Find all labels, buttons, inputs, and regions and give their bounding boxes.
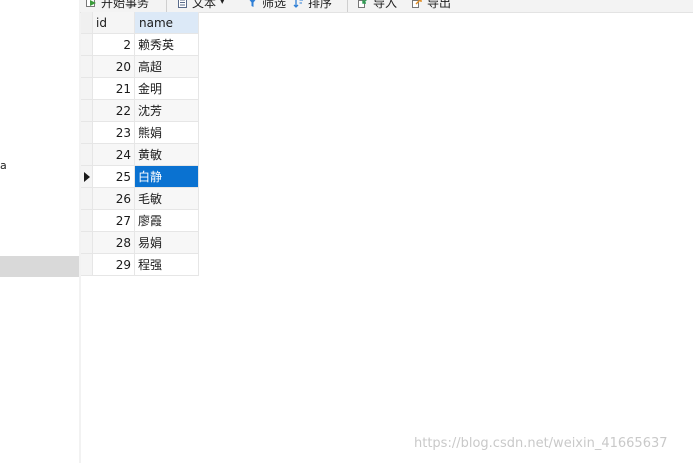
- row-indicator[interactable]: [81, 34, 93, 56]
- cell-name[interactable]: 黄敏: [135, 144, 199, 166]
- row-indicator[interactable]: [81, 232, 93, 254]
- column-header-name[interactable]: name: [135, 12, 199, 34]
- row-indicator[interactable]: [81, 210, 93, 232]
- row-indicator[interactable]: [81, 122, 93, 144]
- import-icon: [358, 0, 369, 8]
- row-indicator[interactable]: [81, 56, 93, 78]
- filter-button[interactable]: 筛选: [247, 0, 286, 11]
- export-icon: [412, 0, 423, 8]
- navigator-item-fragment[interactable]: a: [0, 159, 7, 172]
- cell-name[interactable]: 高超: [135, 56, 199, 78]
- toolbar-separator: [347, 0, 348, 12]
- cell-id[interactable]: 22: [93, 100, 135, 122]
- navigator-selected-item[interactable]: [0, 256, 79, 277]
- column-header-id[interactable]: id: [93, 12, 135, 34]
- sort-button[interactable]: 排序: [293, 0, 332, 11]
- import-button[interactable]: 导入: [358, 0, 397, 11]
- begin-transaction-icon: [86, 0, 97, 8]
- chevron-down-icon: ▾: [220, 0, 225, 7]
- current-row-arrow-icon: [84, 172, 90, 182]
- export-button[interactable]: 导出: [412, 0, 451, 11]
- cell-name[interactable]: 金明: [135, 78, 199, 100]
- cell-id[interactable]: 2: [93, 34, 135, 56]
- cell-name[interactable]: 毛敏: [135, 188, 199, 210]
- text-view-button[interactable]: 文本 ▾: [177, 0, 225, 11]
- cell-id[interactable]: 25: [93, 166, 135, 188]
- cell-name[interactable]: 赖秀英: [135, 34, 199, 56]
- row-indicator[interactable]: [81, 254, 93, 276]
- cell-name[interactable]: 白静: [135, 166, 199, 188]
- cell-id[interactable]: 28: [93, 232, 135, 254]
- cell-id[interactable]: 23: [93, 122, 135, 144]
- begin-transaction-button[interactable]: 开始事务: [86, 0, 149, 11]
- cell-id[interactable]: 29: [93, 254, 135, 276]
- cell-name[interactable]: 易娟: [135, 232, 199, 254]
- cell-id[interactable]: 27: [93, 210, 135, 232]
- row-indicator[interactable]: [81, 78, 93, 100]
- cell-name[interactable]: 沈芳: [135, 100, 199, 122]
- cell-id[interactable]: 24: [93, 144, 135, 166]
- row-indicator-header[interactable]: [81, 12, 93, 34]
- toolbar-separator: [166, 0, 167, 12]
- row-indicator[interactable]: [81, 100, 93, 122]
- cell-id[interactable]: 21: [93, 78, 135, 100]
- row-indicator[interactable]: [81, 188, 93, 210]
- row-indicator[interactable]: [81, 144, 93, 166]
- cell-name[interactable]: 程强: [135, 254, 199, 276]
- sort-icon: [293, 0, 304, 8]
- cell-id[interactable]: 26: [93, 188, 135, 210]
- cell-name[interactable]: 廖霞: [135, 210, 199, 232]
- row-indicator[interactable]: [81, 166, 93, 188]
- watermark-text: https://blog.csdn.net/weixin_41665637: [414, 436, 668, 451]
- filter-icon: [247, 0, 258, 8]
- cell-name[interactable]: 熊娟: [135, 122, 199, 144]
- text-icon: [177, 0, 188, 8]
- cell-id[interactable]: 20: [93, 56, 135, 78]
- navigator-panel: a: [0, 0, 80, 463]
